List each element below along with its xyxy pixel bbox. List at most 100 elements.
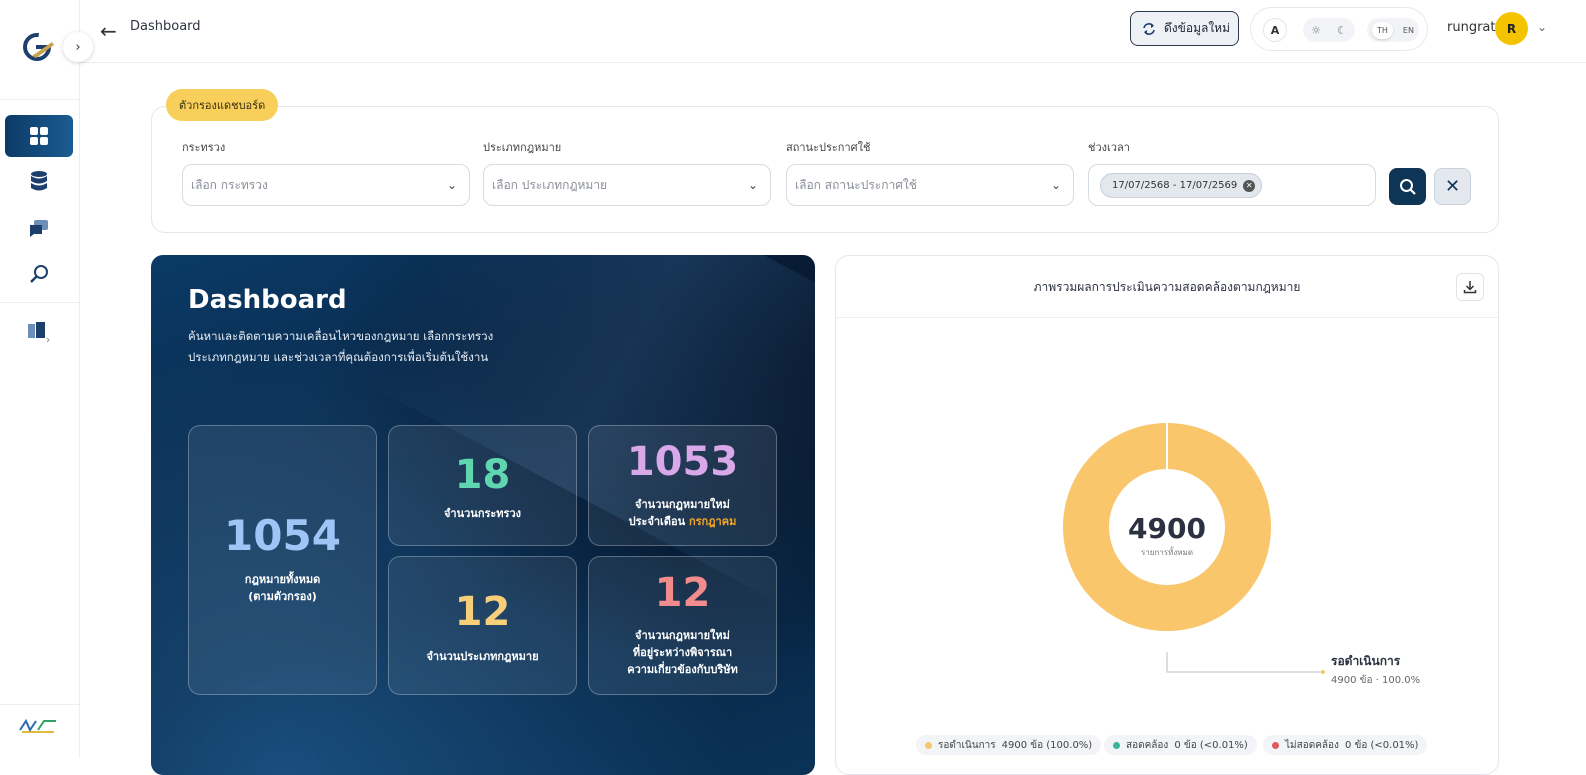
stat-pending-review: 12 จำนวนกฎหมายใหม่ ที่อยู่ระหว่างพิจารณา…	[588, 556, 777, 695]
callout-name: รอดำเนินการ	[1331, 654, 1401, 668]
chart-title: ภาพรวมผลการประเมินความสอดคล้องตามกฎหมาย	[1033, 280, 1301, 294]
stat-new-month-label-line2: ประจำเดือน กรกฎาคม	[629, 513, 737, 530]
stat-pending-label-line2: ที่อยู่ระหว่างพิจารณา	[632, 646, 733, 659]
refresh-data-button[interactable]: ดึงข้อมูลใหม่	[1130, 11, 1239, 46]
donut-chart: 4900 รายการทั้งหมด รอดำเนินการ 4900 ข้อ …	[1063, 423, 1420, 686]
chevron-down-icon: ⌄	[446, 178, 457, 192]
sidebar-expand-button[interactable]: ›	[63, 32, 93, 62]
back-arrow-icon[interactable]: ←	[100, 19, 117, 43]
display-settings: A ☼ ☾ TH EN	[1250, 7, 1428, 51]
sidebar-item-database[interactable]	[5, 160, 73, 202]
sun-icon[interactable]: ☼	[1311, 24, 1321, 37]
donut-center-value: 4900	[1128, 512, 1206, 545]
font-size-button[interactable]: A	[1263, 18, 1287, 42]
chevron-right-icon: ›	[75, 39, 81, 55]
top-bar: ← Dashboard ดึงข้อมูลใหม่ A ☼ ☾ TH EN ru…	[80, 0, 1586, 63]
filter-section-tag: ตัวกรองแดชบอร์ด	[166, 89, 279, 121]
law-type-select[interactable]: เลือก ประเภทกฎหมาย ⌄	[483, 164, 771, 206]
hero-title: Dashboard	[188, 285, 347, 315]
legend-dot	[925, 741, 932, 749]
sidebar-divider	[0, 99, 80, 100]
search-button[interactable]	[1389, 168, 1426, 205]
period-label: ช่วงเวลา	[1088, 141, 1130, 154]
hero-description: ค้นหาและติดตามความเคลื่อนไหวของกฎหมาย เล…	[188, 329, 494, 364]
org-logo	[18, 718, 58, 734]
filter-panel: กระทรวง เลือก กระทรวง ⌄ ประเภทกฎหมาย เลื…	[151, 106, 1499, 233]
stat-new-month-label-line1: จำนวนกฎหมายใหม่	[635, 497, 730, 511]
ministry-label: กระทรวง	[182, 141, 226, 154]
period-picker[interactable]: 17/07/2568 - 17/07/2569 ✕	[1088, 164, 1376, 206]
chat-icon	[30, 220, 48, 237]
sidebar-divider	[0, 302, 80, 303]
compliance-chart-card: ภาพรวมผลการประเมินความสอดคล้องตามกฎหมาย …	[835, 255, 1499, 775]
legend-dot	[1113, 741, 1120, 749]
chevron-down-icon[interactable]: ⌄	[1537, 20, 1547, 34]
stat-ministries: 18 จำนวนกระทรวง	[388, 425, 577, 546]
app-logo[interactable]	[22, 30, 56, 64]
chevron-down-icon: ⌄	[747, 178, 758, 192]
ministry-select[interactable]: เลือก กระทรวง ⌄	[182, 164, 470, 206]
legend-dot	[1272, 741, 1279, 749]
stat-new-month-value: 1053	[626, 438, 739, 485]
legend-detail: 4900 ข้อ (100.0%)	[1001, 739, 1093, 751]
sidebar-item-dashboard[interactable]	[5, 115, 73, 157]
chevron-down-icon: ⌄	[1050, 178, 1061, 192]
stat-total-label-line1: กฎหมายทั้งหมด	[244, 573, 321, 586]
stat-total-label: กฎหมายทั้งหมด (ตามตัวกรอง)	[245, 571, 320, 605]
stat-law-types-label: จำนวนประเภทกฎหมาย	[426, 650, 539, 663]
stat-new-month-label: จำนวนกฎหมายใหม่ ประจำเดือน กรกฎาคม	[629, 496, 737, 530]
law-type-placeholder: เลือก ประเภทกฎหมาย	[492, 177, 608, 192]
download-icon	[1463, 281, 1477, 294]
stat-total-label-line2: (ตามตัวกรอง)	[248, 590, 317, 603]
stat-new-this-month: 1053 จำนวนกฎหมายใหม่ ประจำเดือน กรกฎาคม	[588, 425, 777, 546]
refresh-icon	[1143, 22, 1155, 35]
stat-pending-label-line3: ความเกี่ยวข้องกับบริษัท	[627, 663, 738, 676]
stat-pending-label: จำนวนกฎหมายใหม่ ที่อยู่ระหว่างพิจารณา คว…	[627, 627, 738, 678]
stat-total-value: 1054	[224, 511, 341, 560]
download-button[interactable]	[1456, 273, 1484, 301]
period-chip: 17/07/2568 - 17/07/2569 ✕	[1100, 173, 1263, 198]
legend-item[interactable]: สอดคล้อง 0 ข้อ (<0.01%)	[1104, 735, 1257, 755]
legend-detail: 0 ข้อ (<0.01%)	[1174, 739, 1248, 751]
avatar[interactable]: R	[1495, 12, 1528, 45]
moon-icon[interactable]: ☾	[1337, 24, 1347, 37]
lang-en-option[interactable]: EN	[1403, 26, 1414, 35]
stat-new-month-prefix: ประจำเดือน	[628, 514, 686, 528]
dashboard-hero: Dashboard ค้นหาและติดตามความเคลื่อนไหวขอ…	[151, 255, 815, 775]
search-icon	[1399, 178, 1416, 195]
donut-center-label: รายการทั้งหมด	[1141, 546, 1193, 557]
stat-ministries-label: จำนวนกระทรวง	[443, 507, 522, 520]
legend-name: สอดคล้อง	[1126, 739, 1169, 751]
ministry-placeholder: เลือก กระทรวง	[191, 177, 268, 192]
legend-item[interactable]: รอดำเนินการ 4900 ข้อ (100.0%)	[916, 735, 1102, 755]
legend-name: ไม่สอดคล้อง	[1285, 739, 1339, 751]
search-icon	[30, 265, 48, 283]
status-select[interactable]: เลือก สถานะประกาศใช้ ⌄	[786, 164, 1074, 206]
refresh-label: ดึงข้อมูลใหม่	[1164, 21, 1231, 35]
callout-dot	[1321, 670, 1325, 674]
status-placeholder: เลือก สถานะประกาศใช้	[795, 177, 917, 192]
breadcrumb: Dashboard	[130, 19, 201, 34]
book-icon	[28, 322, 50, 343]
sidebar-divider	[0, 704, 80, 705]
sidebar-item-search[interactable]	[5, 253, 73, 295]
database-icon	[31, 171, 47, 191]
legend-name: รอดำเนินการ	[938, 739, 996, 751]
legend-detail: 0 ข้อ (<0.01%)	[1344, 739, 1419, 751]
grid-icon	[30, 127, 48, 145]
stat-new-month-month: กรกฎาคม	[688, 514, 737, 528]
sidebar-item-messages[interactable]	[5, 207, 73, 249]
callout-line	[1166, 652, 1323, 673]
stat-law-types-value: 12	[454, 589, 511, 635]
clear-filters-button[interactable]: ✕	[1434, 168, 1471, 205]
close-icon: ✕	[1444, 176, 1461, 197]
legend-item[interactable]: ไม่สอดคล้อง 0 ข้อ (<0.01%)	[1263, 735, 1428, 755]
username[interactable]: rungrat	[1447, 20, 1495, 35]
callout-detail: 4900 ข้อ · 100.0%	[1331, 674, 1420, 686]
sidebar-item-library[interactable]	[5, 311, 73, 353]
stat-law-types: 12 จำนวนประเภทกฎหมาย	[388, 556, 577, 695]
remove-chip-icon[interactable]: ✕	[1243, 179, 1256, 192]
language-toggle[interactable]: TH EN	[1367, 18, 1419, 42]
lang-th-option[interactable]: TH	[1372, 21, 1393, 39]
theme-toggle[interactable]: ☼ ☾	[1303, 18, 1355, 42]
